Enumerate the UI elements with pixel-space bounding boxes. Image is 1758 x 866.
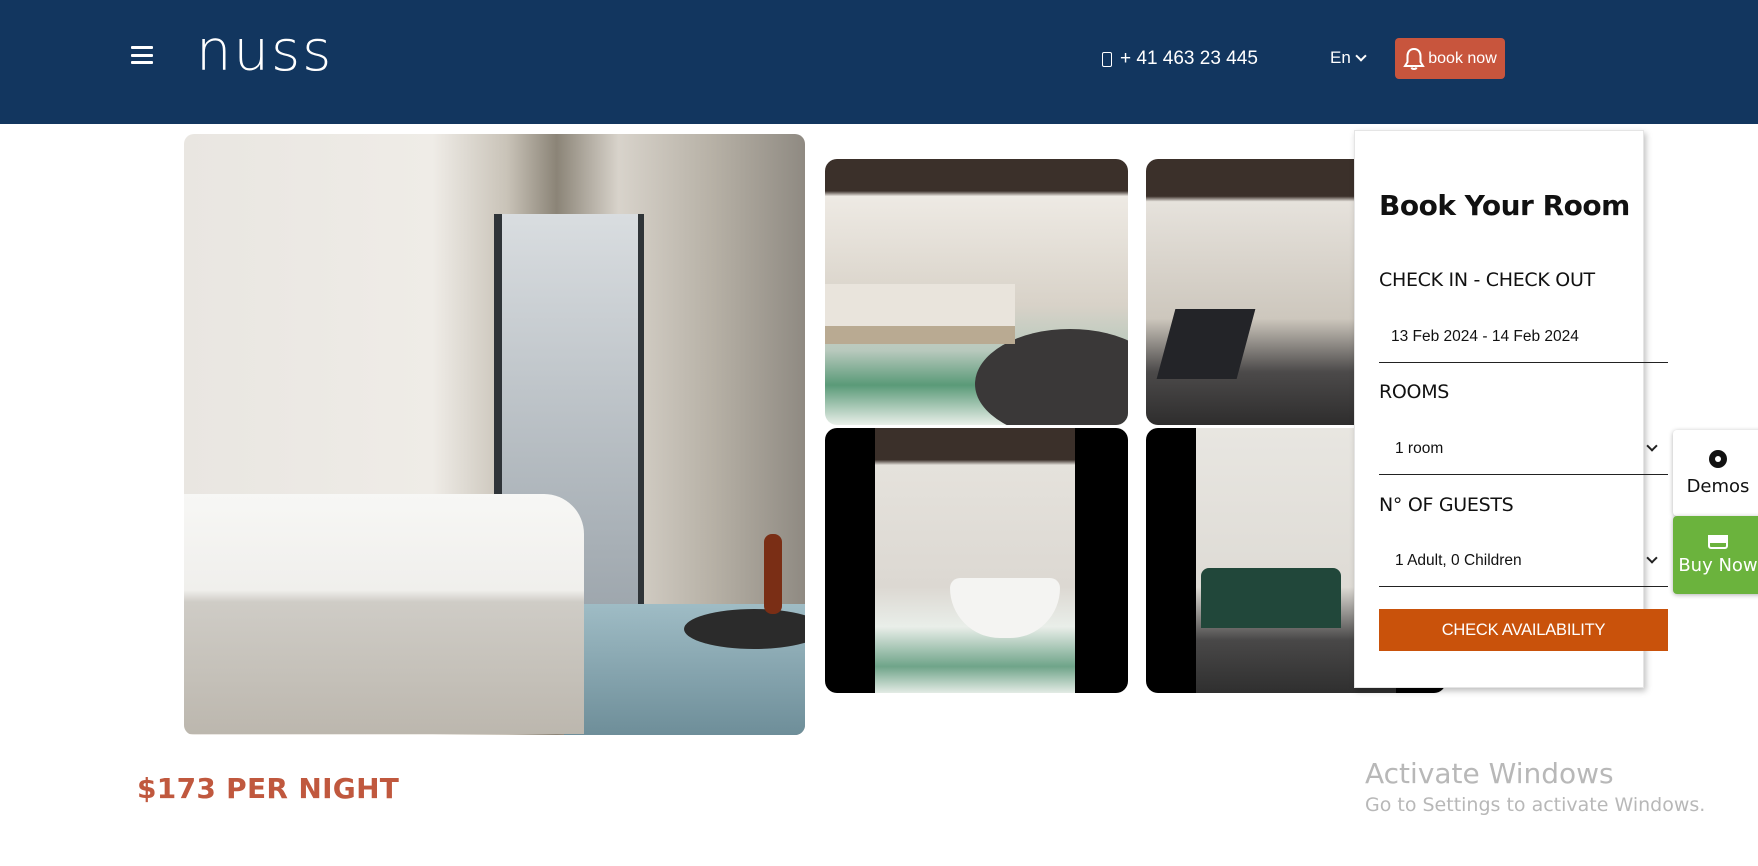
booking-widget: Book Your Room CHECK IN - CHECK OUT 13 F… [1354,130,1668,688]
hamburger-menu-icon[interactable] [131,46,153,64]
photo-bed [184,494,584,734]
photo-tub [950,578,1060,638]
phone-icon [1102,51,1112,67]
chevron-down-icon [1355,49,1367,62]
date-range-field[interactable]: 13 Feb 2024 - 14 Feb 2024 [1379,311,1668,363]
rooms-select[interactable]: 1 room [1379,423,1668,475]
chevron-down-icon [1646,440,1658,452]
price-per-night: $173 PER NIGHT [137,772,400,805]
phone-number[interactable]: + 41 463 23 445 [1102,48,1258,70]
main-room-photo[interactable] [184,134,805,735]
top-navbar: nuss + 41 463 23 445 En book now [0,0,1758,124]
guests-label: N° OF GUESTS [1379,494,1514,516]
buy-now-button[interactable]: Buy Now [1673,516,1758,594]
guests-select-value: 1 Adult, 0 Children [1395,551,1522,569]
photo-sofa [1201,568,1341,628]
guests-select[interactable]: 1 Adult, 0 Children [1379,535,1668,587]
phone-number-text: + 41 463 23 445 [1120,48,1258,69]
cart-icon [1708,534,1728,549]
checkin-checkout-label: CHECK IN - CHECK OUT [1379,269,1595,291]
language-label: En [1330,48,1351,67]
date-range-value: 13 Feb 2024 - 14 Feb 2024 [1391,327,1579,345]
photo-bathroom [875,428,1075,693]
rooms-select-value: 1 room [1395,439,1444,457]
demos-button[interactable]: Demos [1673,430,1758,516]
photo-chair [1156,309,1256,379]
chevron-down-icon [1646,552,1658,564]
buy-now-label: Buy Now [1678,554,1758,576]
room-photo-thumb-1[interactable] [825,159,1128,425]
bathroom-photo-thumb[interactable] [825,428,1128,693]
booking-title: Book Your Room [1379,189,1630,222]
logo[interactable]: nuss [196,22,333,82]
room-photo-thumb-2[interactable] [1146,159,1366,425]
language-selector[interactable]: En [1330,48,1367,68]
gear-icon [1709,449,1727,468]
watermark-title: Activate Windows [1365,757,1614,790]
photo-bed [825,284,1015,344]
book-now-button[interactable]: book now [1395,38,1505,79]
book-now-label: book now [1428,49,1497,67]
demos-label: Demos [1686,475,1750,497]
photo-vase [764,534,782,614]
windows-activation-watermark: Activate Windows Go to Settings to activ… [1365,757,1705,816]
check-availability-button[interactable]: CHECK AVAILABILITY [1379,609,1668,651]
bell-icon [1403,47,1426,70]
rooms-label: ROOMS [1379,381,1450,403]
watermark-subtitle: Go to Settings to activate Windows. [1365,794,1706,816]
